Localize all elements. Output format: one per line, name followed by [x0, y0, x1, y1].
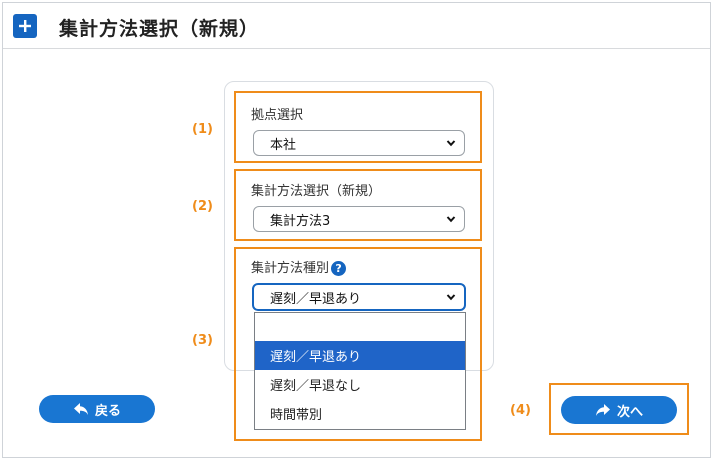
- chevron-down-icon: [446, 294, 456, 301]
- method-select[interactable]: 集計方法3: [253, 206, 465, 232]
- page-title: 集計方法選択（新規）: [59, 18, 260, 40]
- base-select[interactable]: 本社: [253, 130, 465, 156]
- help-icon[interactable]: ?: [331, 261, 347, 276]
- forward-arrow-icon: [595, 404, 610, 416]
- method-select-value: 集計方法3: [270, 213, 331, 229]
- base-label: 拠点選択: [251, 108, 304, 123]
- type-dropdown-list: 遅刻／早退あり 遅刻／早退なし 時間帯別: [254, 312, 466, 430]
- step1-number: (1): [192, 122, 213, 137]
- method-label: 集計方法選択（新規）: [251, 184, 382, 199]
- chevron-down-icon: [446, 140, 456, 147]
- type-select-value: 遅刻／早退あり: [270, 291, 362, 307]
- back-button-label: 戻る: [94, 403, 121, 419]
- step4-number: (4): [510, 403, 531, 418]
- next-button-label: 次へ: [616, 404, 643, 420]
- type-option[interactable]: [255, 313, 465, 342]
- type-option-selected[interactable]: 遅刻／早退あり: [255, 341, 465, 370]
- type-option[interactable]: 時間帯別: [255, 399, 465, 428]
- base-select-value: 本社: [270, 137, 297, 153]
- type-select[interactable]: 遅刻／早退あり: [252, 283, 466, 311]
- type-label: 集計方法種別?: [251, 257, 347, 276]
- step2-number: (2): [192, 199, 213, 214]
- next-button[interactable]: 次へ: [561, 396, 677, 424]
- page-frame: 集計方法選択（新規） (1) 拠点選択 本社 (2) 集計方法選択（新規） 集計…: [2, 2, 711, 458]
- back-button[interactable]: 戻る: [39, 395, 155, 423]
- step3-number: (3): [192, 333, 213, 348]
- type-label-text: 集計方法種別: [251, 261, 330, 276]
- plus-icon[interactable]: [13, 14, 37, 38]
- page-header: 集計方法選択（新規）: [3, 3, 710, 49]
- chevron-down-icon: [446, 216, 456, 223]
- type-option[interactable]: 遅刻／早退なし: [255, 370, 465, 399]
- reply-arrow-icon: [73, 403, 88, 415]
